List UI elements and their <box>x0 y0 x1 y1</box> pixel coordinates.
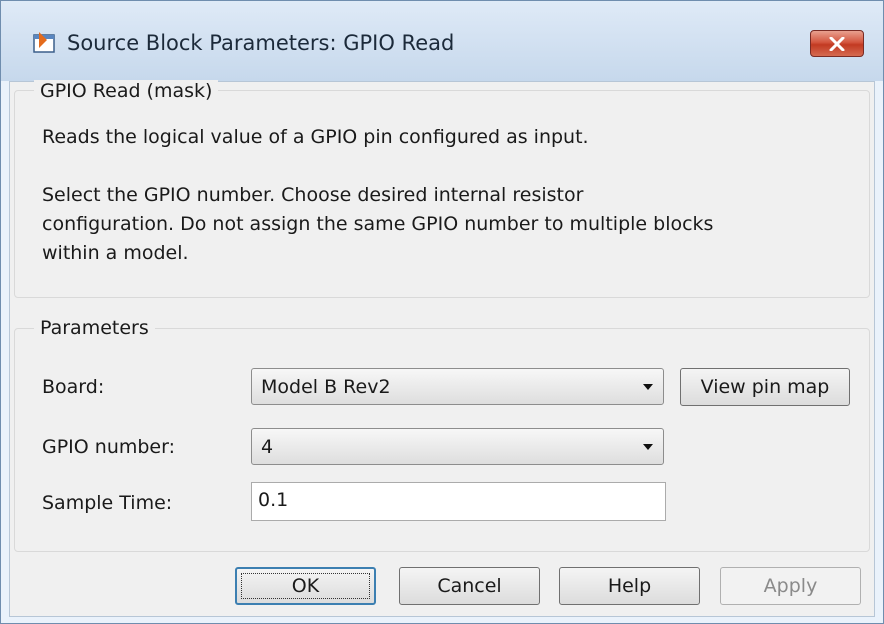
chevron-down-icon <box>643 444 653 450</box>
sample-time-input[interactable] <box>258 489 638 511</box>
mask-group-legend: GPIO Read (mask) <box>34 80 219 102</box>
gpio-number-dropdown[interactable]: 4 <box>251 428 664 465</box>
dialog-window: Source Block Parameters: GPIO Read GPIO … <box>0 0 884 624</box>
view-pin-map-button[interactable]: View pin map <box>680 368 850 406</box>
description-line-2: Select the GPIO number. Choose desired i… <box>42 184 584 206</box>
window-title: Source Block Parameters: GPIO Read <box>67 31 455 55</box>
title-bar[interactable]: Source Block Parameters: GPIO Read <box>1 1 883 81</box>
help-button[interactable]: Help <box>559 567 700 605</box>
simulink-app-icon <box>33 32 55 53</box>
chevron-down-icon <box>643 384 653 390</box>
cancel-button[interactable]: Cancel <box>399 567 540 605</box>
sample-time-field[interactable] <box>251 482 666 521</box>
board-dropdown[interactable]: Model B Rev2 <box>251 368 664 405</box>
close-icon <box>829 37 845 51</box>
dialog-client-area: GPIO Read (mask) Reads the logical value… <box>9 80 875 617</box>
close-button[interactable] <box>810 30 864 57</box>
apply-button[interactable]: Apply <box>720 567 861 605</box>
description-line-3: configuration. Do not assign the same GP… <box>42 213 714 235</box>
sample-time-label: Sample Time: <box>42 492 173 514</box>
focus-rectangle <box>241 573 370 599</box>
ok-button[interactable]: OK <box>235 567 376 605</box>
parameters-group-legend: Parameters <box>34 317 155 339</box>
board-label: Board: <box>42 376 105 398</box>
description-line-1: Reads the logical value of a GPIO pin co… <box>42 126 589 148</box>
gpio-number-label: GPIO number: <box>42 436 175 458</box>
gpio-number-dropdown-value: 4 <box>261 436 274 458</box>
board-dropdown-value: Model B Rev2 <box>261 376 391 398</box>
description-line-4: within a model. <box>42 242 189 264</box>
